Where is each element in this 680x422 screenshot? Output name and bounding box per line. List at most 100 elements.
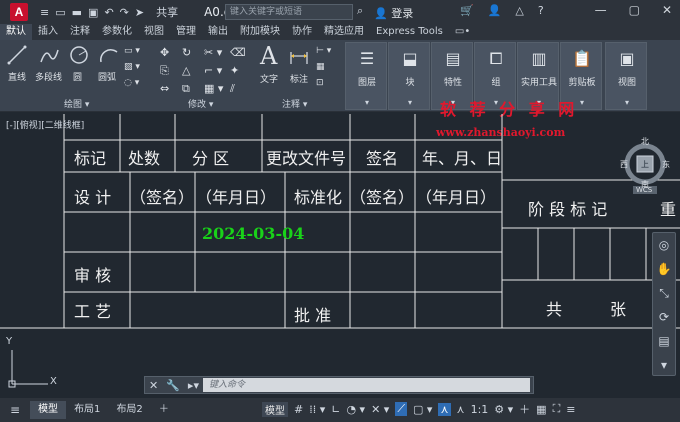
dimension-label[interactable]: 标注 [290,72,308,85]
tab-express-tools[interactable]: Express Tools [370,24,449,40]
customize-icon[interactable]: 🔧 [162,379,184,392]
plus-icon[interactable]: ＋ [519,401,530,417]
table-icon[interactable]: ▦ [316,62,325,72]
orbit-icon[interactable]: ⟳ [653,305,675,329]
close-icon[interactable]: ✕ [145,379,162,392]
search-input[interactable]: 键入关键字或短语 [225,4,353,20]
save-icon[interactable]: ▣ [88,6,98,19]
modify-group-label[interactable]: 修改 ▾ [188,97,213,110]
line-label[interactable]: 直线 [8,70,26,83]
compass-west[interactable]: 西 [620,159,628,170]
redo-icon[interactable]: ↷ [120,6,129,19]
search-icon[interactable]: ⌕ [357,4,363,18]
array-icon[interactable]: ▦ ▾ [204,82,223,95]
polar-icon[interactable]: ◔ ▾ [346,403,365,416]
polyline-label[interactable]: 多段线 [35,70,62,83]
menu-icon[interactable]: ≡ [40,6,49,19]
trim-icon[interactable]: ✂ ▾ [204,46,222,59]
markup-icon[interactable]: ⊡ [316,78,324,88]
pan-icon[interactable]: ✋ [653,257,675,281]
zoom-icon[interactable]: ⤡ [653,281,675,305]
grid-icon[interactable]: # [294,403,303,416]
lineweight-icon[interactable]: ⟋ [395,402,408,416]
layout-tab-1[interactable]: 布局1 [66,401,108,419]
fillet-icon[interactable]: ⌐ ▾ [204,64,222,77]
customize-menu-icon[interactable]: ≡ [566,403,575,416]
stretch-icon[interactable]: ⇔ [160,82,169,95]
block-panel-button[interactable]: ⬓ 块 ▾ [388,42,430,110]
dimension-icon[interactable] [288,46,310,68]
draw-group-label[interactable]: 绘图 ▾ [64,97,89,110]
add-layout-icon[interactable]: ＋ [151,401,177,419]
viewcube[interactable]: 北 南 西 东 上 WCS [620,136,670,194]
settings-gear-icon[interactable]: ⚙ ▾ [494,403,513,416]
mirror-icon[interactable]: △ [182,64,190,77]
osnap-icon[interactable]: ✕ ▾ [371,403,389,416]
tab-default[interactable]: 默认 [0,24,32,40]
compass-north[interactable]: 北 [641,136,649,147]
circle-label[interactable]: 圆 [73,70,82,83]
navbar-menu-icon[interactable]: ▾ [653,353,675,377]
minimize-icon[interactable]: — [595,3,607,17]
undo-icon[interactable]: ↶ [104,6,113,19]
layout-tab-2[interactable]: 布局2 [108,401,150,419]
erase-icon[interactable]: ⌫ [230,46,246,59]
scale-icon[interactable]: ⧉ [182,82,190,96]
tab-featured-apps[interactable]: 精选应用 [318,24,370,40]
move-icon[interactable]: ✥ [160,46,169,59]
drawing-canvas[interactable]: 标记 处数 分 区 更改文件号 签名 年、月、日 设 计 （签名） （年月日） … [0,112,680,398]
hamburger-menu-icon[interactable]: ≡ [0,403,30,417]
steering-wheel-icon[interactable]: ◎ [653,233,675,257]
hatch-icon[interactable]: ▨ ▾ [124,62,140,72]
command-input[interactable]: 键入命令 [202,378,530,392]
viewport-controls[interactable]: [-][俯视][二维线框] [6,118,84,131]
model-space-button[interactable]: 模型 [262,401,288,417]
tab-addins[interactable]: 附加模块 [234,24,286,40]
tab-output[interactable]: 输出 [202,24,234,40]
recent-commands-icon[interactable]: ▸▾ [184,379,203,392]
draw-more-icon[interactable]: ◌ ▾ [124,78,139,88]
annotation-visibility-icon[interactable]: ⋏ [457,403,465,416]
scale-value[interactable]: 1:1 [471,403,489,416]
text-icon[interactable]: A [260,42,277,70]
layers-panel-button[interactable]: ☰ 图层 ▾ [345,42,387,110]
cart-icon[interactable]: 🛒 [460,4,474,17]
app-logo[interactable]: A [10,3,28,21]
annotation-group-label[interactable]: 注释 ▾ [282,97,307,110]
tab-annotate[interactable]: 注释 [64,24,96,40]
tab-more-icon[interactable]: ▭• [449,24,476,40]
tab-collaborate[interactable]: 协作 [286,24,318,40]
maximize-icon[interactable]: ▢ [629,3,640,17]
offset-icon[interactable]: ⫽ [230,82,235,96]
share-icon[interactable]: ➤ [135,6,144,19]
fullscreen-icon[interactable]: ⛶ [553,402,561,416]
snap-icon[interactable]: ⁞⁞ ▾ [309,403,325,416]
autodesk-icon[interactable]: △ [515,4,523,17]
view-panel-button[interactable]: ▣ 视图 ▾ [605,42,647,110]
new-file-icon[interactable]: ▭ [55,6,65,19]
showmotion-icon[interactable]: ▤ [653,329,675,353]
tab-manage[interactable]: 管理 [170,24,202,40]
copy-icon[interactable]: ⎘ [160,64,169,78]
tab-parametric[interactable]: 参数化 [96,24,138,40]
tab-view[interactable]: 视图 [138,24,170,40]
circle-icon[interactable] [68,44,90,66]
isolate-icon[interactable]: ▦ [536,403,546,416]
transparency-icon[interactable]: ▢ ▾ [413,403,432,416]
open-folder-icon[interactable]: ▬ [72,6,82,19]
compass-east[interactable]: 东 [662,159,670,170]
text-label[interactable]: 文字 [260,72,278,85]
cube-face-label[interactable]: 上 [641,159,649,170]
leader-icon[interactable]: ⊢ ▾ [316,46,331,56]
share-button[interactable]: 共享 [156,4,178,20]
ortho-icon[interactable]: ∟ [331,403,340,416]
login-button[interactable]: 👤 登录 [374,5,413,21]
close-icon[interactable]: ✕ [662,3,672,17]
layout-tab-model[interactable]: 模型 [30,401,67,419]
annotation-scale-icon[interactable]: ⋏ [438,402,451,416]
rotate-icon[interactable]: ↻ [182,46,191,59]
rectangle-icon[interactable]: ▭ ▾ [124,46,140,56]
help-icon[interactable]: ? [538,4,544,17]
explode-icon[interactable]: ✦ [230,64,239,77]
line-icon[interactable] [6,44,28,66]
